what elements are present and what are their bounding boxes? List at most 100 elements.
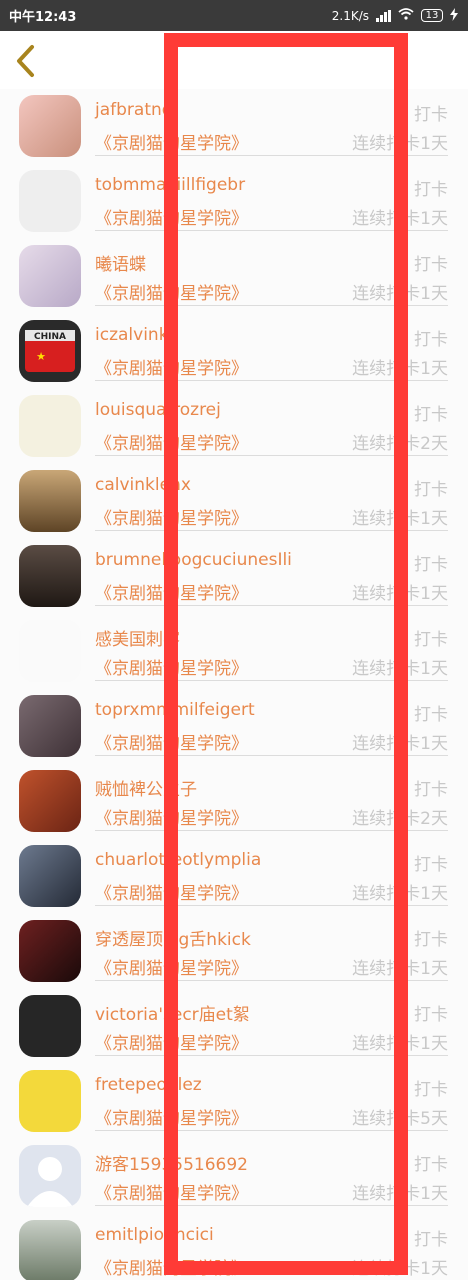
- row-divider: [95, 155, 448, 156]
- status-bar: 中午12:43 2.1K/s 13: [0, 0, 468, 31]
- avatar[interactable]: [19, 545, 81, 607]
- book-title[interactable]: 《京剧猫韵星学院》: [95, 429, 248, 454]
- list-item[interactable]: CHINA ★ iczalvinkn 打卡《京剧猫韵星学院》 连续打卡1天: [0, 314, 468, 389]
- book-title[interactable]: 《京剧猫韵星学院》: [95, 504, 248, 529]
- list-item[interactable]: chuarlotteotlymplia 打卡 《京剧猫韵星学院》 连续打卡1天: [0, 839, 468, 914]
- streak-text: 连续打卡5天: [352, 1109, 448, 1129]
- streak-text: 连续打卡2天: [352, 809, 448, 829]
- streak-text: 连续打卡1天: [352, 134, 448, 154]
- streak-text: 连续打卡1天: [352, 959, 448, 979]
- book-title[interactable]: 《京剧猫韵星学院》: [95, 804, 248, 829]
- avatar[interactable]: [19, 470, 81, 532]
- book-title[interactable]: 《京剧猫韵星学院》: [95, 204, 248, 229]
- list-item[interactable]: 贼恤裨公主子 打卡《京剧猫韵星学院》 连续打卡2天: [0, 764, 468, 839]
- streak-text: 连续打卡1天: [352, 284, 448, 304]
- checkin-action: 打卡: [414, 630, 448, 650]
- list-item[interactable]: fretepeoplez 打卡《京剧猫韵星学院》 连续打卡5天: [0, 1064, 468, 1139]
- avatar[interactable]: CHINA ★: [19, 320, 81, 382]
- avatar[interactable]: [19, 95, 81, 157]
- checkin-action: 打卡: [414, 330, 448, 350]
- avatar[interactable]: [19, 395, 81, 457]
- battery-level: 13: [425, 10, 439, 21]
- checkin-action: 打卡: [414, 780, 448, 800]
- checkin-action: 打卡: [414, 555, 448, 575]
- checkin-action: 打卡: [414, 855, 448, 875]
- user-name[interactable]: emitlpiopncici: [95, 1225, 214, 1245]
- avatar[interactable]: [19, 1220, 81, 1280]
- book-title[interactable]: 《京剧猫韵星学院》: [95, 729, 248, 754]
- book-title[interactable]: 《京剧猫韵星学院》: [95, 1029, 248, 1054]
- list-item[interactable]: jafbratnd 打卡 《京剧猫韵星学院》 连续打卡1天: [0, 89, 468, 164]
- user-name[interactable]: 曦语蝶: [95, 250, 146, 275]
- wifi-icon: [398, 8, 414, 23]
- list-item[interactable]: toprxmmmilfeigert 打卡 《京剧猫韵星学院》 连续打卡1天: [0, 689, 468, 764]
- avatar[interactable]: [19, 920, 81, 982]
- book-title[interactable]: 《京剧猫韵星学院》: [95, 654, 248, 679]
- avatar[interactable]: [19, 245, 81, 307]
- row-divider: [95, 530, 448, 531]
- list-item[interactable]: 感美国刺客 打卡《京剧猫韵星学院》 连续打卡1天: [0, 614, 468, 689]
- list-item[interactable]: victoria'secr庙et絮 打卡 《京剧猫韵星学院》 连续打卡1天: [0, 989, 468, 1064]
- streak-text: 连续打卡1天: [352, 659, 448, 679]
- avatar[interactable]: [19, 845, 81, 907]
- user-name[interactable]: calvinklenx: [95, 475, 191, 495]
- book-title[interactable]: 《京剧猫韵星学院》: [95, 279, 248, 304]
- list-item[interactable]: 曦语蝶 打卡 《京剧猫韵星学院》 连续打卡1天: [0, 239, 468, 314]
- book-title[interactable]: 《京剧猫韵星学院》: [95, 1254, 248, 1279]
- user-name[interactable]: iczalvinkn: [95, 325, 179, 345]
- user-name[interactable]: fretepeoplez: [95, 1075, 202, 1095]
- user-name[interactable]: victoria'secr庙et絮: [95, 1000, 250, 1025]
- book-title[interactable]: 《京剧猫韵星学院》: [95, 579, 248, 604]
- list-item[interactable]: louisquatrozrej 打卡 《京剧猫韵星学院》 连续打卡2天: [0, 389, 468, 464]
- user-name[interactable]: 贼恤裨公主子: [95, 775, 197, 800]
- streak-text: 连续打卡1天: [352, 509, 448, 529]
- streak-text: 连续打卡1天: [352, 359, 448, 379]
- list-item[interactable]: calvinklenx 打卡 《京剧猫韵星学院》 连续打卡1天: [0, 464, 468, 539]
- row-divider: [95, 605, 448, 606]
- row-divider: [95, 305, 448, 306]
- avatar[interactable]: [19, 695, 81, 757]
- battery-icon: 13: [421, 9, 443, 22]
- list-item[interactable]: 游客15935516692 打卡 《京剧猫韵星学院》 连续打卡1天: [0, 1139, 468, 1214]
- row-divider: [95, 1055, 448, 1056]
- avatar[interactable]: [19, 770, 81, 832]
- user-name[interactable]: tobmmaxiillfigebr: [95, 175, 245, 195]
- user-name[interactable]: toprxmmmilfeigert: [95, 700, 255, 720]
- user-name[interactable]: brumnelloogcuciunesIli: [95, 550, 292, 570]
- user-name[interactable]: chuarlotteotlymplia: [95, 850, 261, 870]
- avatar[interactable]: [19, 620, 81, 682]
- user-name[interactable]: louisquatrozrej: [95, 400, 221, 420]
- book-title[interactable]: 《京剧猫韵星学院》: [95, 354, 248, 379]
- row-divider: [95, 980, 448, 981]
- avatar[interactable]: [19, 1070, 81, 1132]
- user-name[interactable]: jafbratnd: [95, 100, 173, 120]
- row-divider: [95, 230, 448, 231]
- user-name[interactable]: 穿透屋顶hig舌hkick: [95, 925, 251, 950]
- network-speed: 2.1K/s: [331, 8, 369, 23]
- avatar[interactable]: [19, 170, 81, 232]
- user-name[interactable]: 感美国刺客: [95, 625, 180, 650]
- checkin-action: 打卡: [414, 1080, 448, 1100]
- book-title[interactable]: 《京剧猫韵星学院》: [95, 879, 248, 904]
- checkin-action: 打卡: [414, 930, 448, 950]
- book-title[interactable]: 《京剧猫韵星学院》: [95, 1179, 248, 1204]
- back-button[interactable]: [8, 41, 42, 81]
- avatar[interactable]: [19, 1145, 81, 1207]
- svg-text:★: ★: [36, 350, 46, 363]
- status-time: 中午12:43: [9, 10, 77, 25]
- book-title[interactable]: 《京剧猫韵星学院》: [95, 954, 248, 979]
- user-name[interactable]: 游客15935516692: [95, 1150, 248, 1175]
- row-divider: [95, 1205, 448, 1206]
- row-divider: [95, 1130, 448, 1131]
- book-title[interactable]: 《京剧猫韵星学院》: [95, 129, 248, 154]
- list-item[interactable]: tobmmaxiillfigebr 打卡 《京剧猫韵星学院》 连续打卡1天: [0, 164, 468, 239]
- list-item[interactable]: emitlpiopncici 打卡 《京剧猫韵星学院》 连续打卡1天: [0, 1214, 468, 1280]
- checkin-list: jafbratnd 打卡 《京剧猫韵星学院》 连续打卡1天 tobmmaxiillfig…: [0, 89, 468, 1280]
- list-item[interactable]: brumnelloogcuciunesIli 打卡 《京剧猫韵星学院》 连续打卡1天: [0, 539, 468, 614]
- book-title[interactable]: 《京剧猫韵星学院》: [95, 1104, 248, 1129]
- avatar[interactable]: [19, 995, 81, 1057]
- streak-text: 连续打卡2天: [352, 434, 448, 454]
- checkin-action: 打卡: [414, 1155, 448, 1175]
- charging-icon: [450, 7, 458, 24]
- list-item[interactable]: 穿透屋顶hig舌hkick 打卡《京剧猫韵星学院》 连续打卡1天: [0, 914, 468, 989]
